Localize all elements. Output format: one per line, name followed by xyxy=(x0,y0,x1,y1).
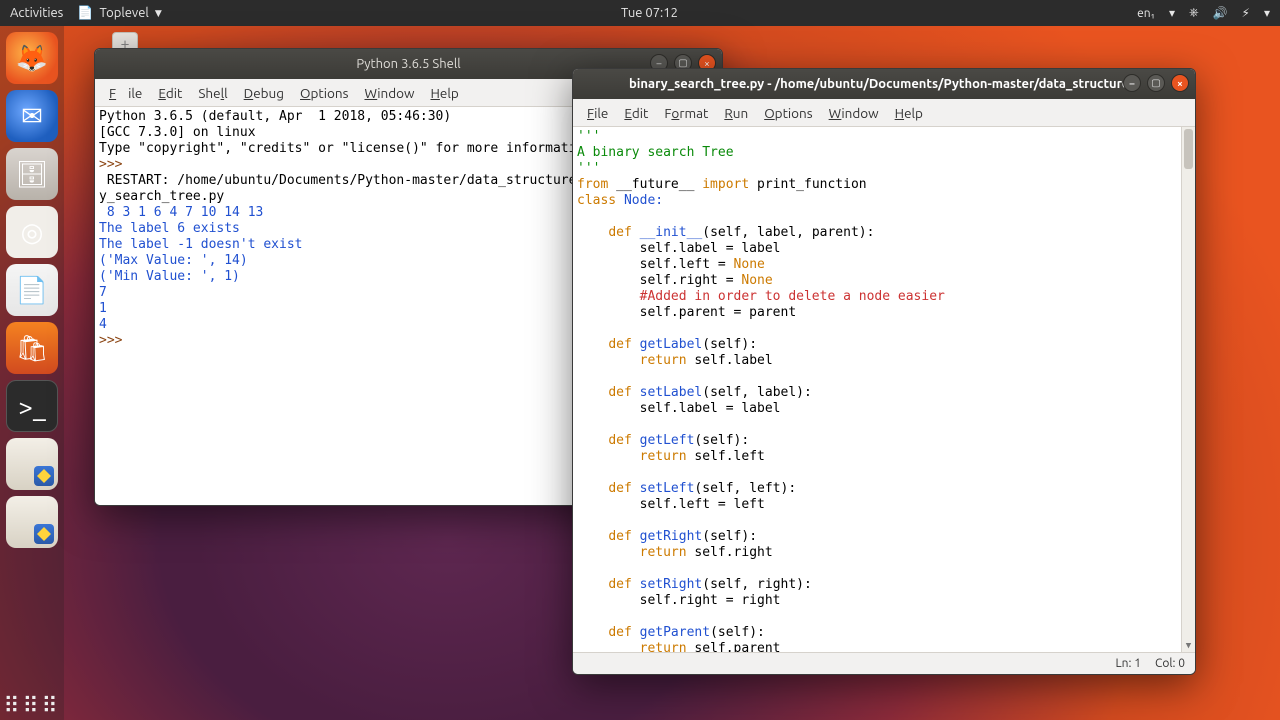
status-col: Col: 0 xyxy=(1155,657,1185,670)
editor-titlebar[interactable]: binary_search_tree.py - /home/ubuntu/Doc… xyxy=(573,69,1195,99)
app-menu-label: Toplevel xyxy=(100,6,149,20)
menu-format[interactable]: Format xyxy=(658,103,714,123)
menu-run[interactable]: Run xyxy=(718,103,754,123)
minimize-button[interactable]: – xyxy=(1123,74,1141,92)
menu-help[interactable]: Help xyxy=(889,103,929,123)
keyboard-dropdown-icon: ▾ xyxy=(1169,6,1175,20)
activities-button[interactable]: Activities xyxy=(10,6,63,20)
dock-libreoffice-writer[interactable]: 📄 xyxy=(6,264,58,316)
system-dropdown-icon[interactable]: ▾ xyxy=(1264,6,1270,20)
app-menu[interactable]: 📄 Toplevel ▼ xyxy=(77,6,161,21)
menu-edit[interactable]: Edit xyxy=(618,103,654,123)
dock-thunderbird[interactable]: ✉ xyxy=(6,90,58,142)
editor-statusbar: Ln: 1 Col: 0 xyxy=(573,652,1195,674)
menu-edit[interactable]: Edit xyxy=(152,83,188,103)
dock-idle-editor[interactable] xyxy=(6,496,58,548)
editor-title: binary_search_tree.py - /home/ubuntu/Doc… xyxy=(629,77,1139,91)
menu-options[interactable]: Options xyxy=(758,103,818,123)
editor-code[interactable]: ''' A binary search Tree ''' from __futu… xyxy=(573,127,1195,652)
close-button[interactable]: × xyxy=(1171,74,1189,92)
scroll-down-icon[interactable]: ▼ xyxy=(1182,638,1195,652)
dock-firefox[interactable]: 🦊 xyxy=(6,32,58,84)
idle-editor-window: binary_search_tree.py - /home/ubuntu/Doc… xyxy=(572,68,1196,675)
dock-software[interactable]: 🛍 xyxy=(6,322,58,374)
volume-icon[interactable]: 🔊 xyxy=(1213,6,1228,20)
menu-window[interactable]: Window xyxy=(358,83,420,103)
menu-options[interactable]: Options xyxy=(294,83,354,103)
wifi-icon[interactable]: ⎈ xyxy=(1189,6,1199,20)
battery-icon[interactable]: ⚡ xyxy=(1242,6,1250,20)
show-applications-button[interactable]: ⠿⠿⠿ xyxy=(0,702,64,710)
gnome-topbar: Activities 📄 Toplevel ▼ Tue 07:12 en₁ ▾ … xyxy=(0,0,1280,26)
menu-file[interactable]: File xyxy=(103,83,148,103)
menu-help[interactable]: Help xyxy=(424,83,464,103)
dock-files[interactable]: 🗄 xyxy=(6,148,58,200)
dock-rhythmbox[interactable]: ◎ xyxy=(6,206,58,258)
dock-idle-shell[interactable] xyxy=(6,438,58,490)
keyboard-layout-indicator[interactable]: en₁ xyxy=(1137,7,1155,20)
maximize-button[interactable]: ▢ xyxy=(1147,74,1165,92)
ubuntu-dock: 🦊 ✉ 🗄 ◎ 📄 🛍 >_ ⠿⠿⠿ xyxy=(0,26,64,720)
chevron-down-icon: ▼ xyxy=(155,8,162,19)
scroll-thumb[interactable] xyxy=(1184,129,1193,169)
editor-scrollbar[interactable]: ▲ ▼ xyxy=(1181,127,1195,652)
shell-title: Python 3.6.5 Shell xyxy=(356,57,460,71)
app-menu-icon: 📄 xyxy=(77,6,93,21)
dock-terminal[interactable]: >_ xyxy=(6,380,58,432)
menu-shell[interactable]: Shell xyxy=(192,83,233,103)
menu-debug[interactable]: Debug xyxy=(238,83,290,103)
editor-menubar: File Edit Format Run Options Window Help xyxy=(573,99,1195,127)
clock[interactable]: Tue 07:12 xyxy=(621,6,678,20)
menu-file[interactable]: File xyxy=(581,103,614,123)
menu-window[interactable]: Window xyxy=(823,103,885,123)
status-line: Ln: 1 xyxy=(1116,657,1141,670)
